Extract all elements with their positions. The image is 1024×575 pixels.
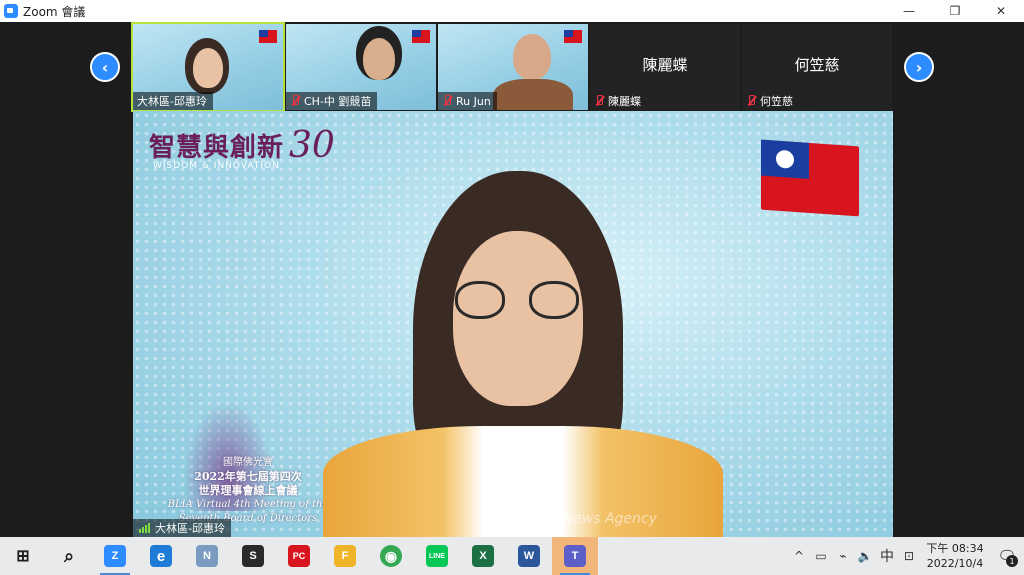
- logo-english-text: WISDOM & INNOVATION: [153, 161, 280, 171]
- taskbar-pchome[interactable]: PC: [276, 537, 322, 575]
- participant-video-face: [513, 34, 551, 80]
- internet-explorer-icon: e: [150, 545, 172, 567]
- clock[interactable]: 下午 08:34 2022/10/4: [920, 541, 990, 571]
- zoom-app-icon: [4, 4, 18, 18]
- participant-name-label: 何笠慈: [742, 92, 799, 110]
- clock-date: 2022/10/4: [926, 557, 984, 570]
- speaker-person: [303, 171, 763, 537]
- flag-icon: [259, 30, 277, 43]
- ime-indicator[interactable]: 中: [876, 537, 898, 575]
- speaker-glasses: [455, 281, 505, 319]
- gallery-prev-button[interactable]: ‹: [90, 52, 120, 82]
- taskbar-chrome[interactable]: ◉: [368, 537, 414, 575]
- minimize-button[interactable]: —: [886, 0, 932, 22]
- taskbar-word[interactable]: W: [506, 537, 552, 575]
- search-icon: ⌕: [63, 545, 75, 566]
- teams-icon: T: [564, 545, 586, 567]
- mic-muted-icon: [290, 95, 300, 107]
- title-bar: Zoom 會議 — ❐ ✕: [0, 0, 1024, 22]
- participant-tile[interactable]: CH-中 劉競苗: [286, 24, 436, 110]
- participant-display-name: 何笠慈: [794, 56, 840, 74]
- notes-icon: N: [196, 545, 218, 567]
- network-icon[interactable]: ⌁: [832, 537, 854, 575]
- chrome-icon: ◉: [380, 545, 402, 567]
- participant-video-face: [193, 48, 223, 88]
- clock-time: 下午 08:34: [926, 542, 984, 555]
- taskbar-sticky[interactable]: S: [230, 537, 276, 575]
- folder-icon: F: [334, 545, 356, 567]
- wisdom-innovation-logo: 智慧與創新 WISDOM & INNOVATION 30: [141, 123, 361, 173]
- show-hidden-icons-button[interactable]: ^: [788, 537, 810, 575]
- participant-tile[interactable]: 何笠慈 何笠慈: [742, 24, 892, 110]
- speaker-glasses: [529, 281, 579, 319]
- word-icon: W: [518, 545, 540, 567]
- participant-tile[interactable]: 陳麗蝶 陳麗蝶: [590, 24, 740, 110]
- gallery-next-button[interactable]: ›: [904, 52, 934, 82]
- taskbar-notes[interactable]: N: [184, 537, 230, 575]
- mic-muted-icon: [746, 95, 756, 107]
- participant-name-label: Ru Jun: [438, 92, 497, 110]
- restore-button[interactable]: ❐: [932, 0, 978, 22]
- participant-tile[interactable]: 大林區-邱惠玲: [131, 22, 285, 112]
- watermark-text: Life News Agency: [533, 511, 657, 527]
- participant-video-robe: [493, 79, 573, 110]
- window-title: Zoom 會議: [23, 4, 86, 19]
- speaker-name-label: 大林區-邱惠玲: [133, 519, 231, 537]
- taskbar-internet-explorer[interactable]: e: [138, 537, 184, 575]
- participant-name-label: 大林區-邱惠玲: [133, 92, 213, 110]
- system-tray: ^ ▭ ⌁ 🔈 中 ⊡ 下午 08:34 2022/10/4 🗨 1: [788, 537, 1024, 575]
- participant-name-label: CH-中 劉競苗: [286, 92, 378, 110]
- connection-signal-icon: [139, 523, 150, 533]
- participant-video-face: [363, 38, 395, 80]
- participant-display-name: 陳麗蝶: [642, 56, 688, 74]
- window-controls: — ❐ ✕: [886, 0, 1024, 22]
- speaker-vest: [323, 426, 723, 537]
- sticky-notes-icon: S: [242, 545, 264, 567]
- start-button[interactable]: ⊞: [0, 537, 46, 575]
- blia-30-logo: 30: [289, 125, 335, 166]
- flag-icon: [564, 30, 582, 43]
- active-speaker-video[interactable]: 智慧與創新 WISDOM & INNOVATION 30 國際佛光會 2022年…: [133, 111, 893, 537]
- mic-muted-icon: [594, 95, 604, 107]
- zoom-icon: Z: [104, 545, 126, 567]
- flag-icon: [412, 30, 430, 43]
- close-button[interactable]: ✕: [978, 0, 1024, 22]
- participant-tile[interactable]: Ru Jun: [438, 24, 588, 110]
- windows-taskbar: ⊞ ⌕ Z e N S PC F ◉ LINE X W T ^ ▭ ⌁ 🔈 中 …: [0, 537, 1024, 575]
- flag-icon: [761, 139, 859, 217]
- mic-muted-icon: [442, 95, 452, 107]
- meeting-stage: ‹ › 大林區-邱惠玲 CH-中 劉競苗 Ru Jun 陳麗蝶 陳麗蝶 何笠慈 …: [0, 22, 1024, 537]
- taskbar-excel[interactable]: X: [460, 537, 506, 575]
- participant-name-label: 陳麗蝶: [590, 92, 647, 110]
- notification-badge: 1: [1006, 555, 1018, 567]
- ime-mode-icon[interactable]: ⊡: [898, 537, 920, 575]
- taskbar-line[interactable]: LINE: [414, 537, 460, 575]
- logo-chinese-text: 智慧與創新: [149, 133, 285, 163]
- volume-icon[interactable]: 🔈: [854, 537, 876, 575]
- line-icon: LINE: [426, 545, 448, 567]
- pchome-icon: PC: [288, 545, 310, 567]
- excel-icon: X: [472, 545, 494, 567]
- search-button[interactable]: ⌕: [46, 537, 92, 575]
- taskbar-file-explorer[interactable]: F: [322, 537, 368, 575]
- meet-now-icon[interactable]: ▭: [810, 537, 832, 575]
- action-center-button[interactable]: 🗨 1: [990, 537, 1024, 575]
- taskbar-teams[interactable]: T: [552, 537, 598, 575]
- windows-icon: ⊞: [16, 548, 30, 565]
- taskbar-zoom[interactable]: Z: [92, 537, 138, 575]
